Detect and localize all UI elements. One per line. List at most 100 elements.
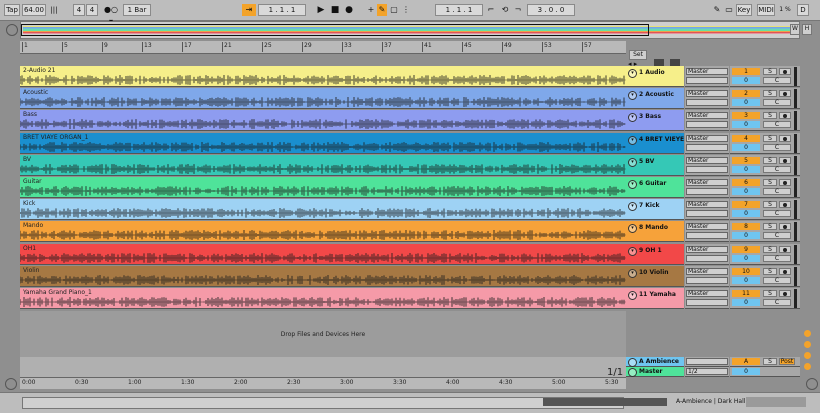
arm-record-icon[interactable] — [779, 156, 791, 164]
lock-icon[interactable] — [670, 59, 680, 66]
overview-toggle-icon[interactable] — [6, 24, 18, 36]
solo-button[interactable]: S — [763, 90, 777, 98]
pan-control[interactable]: C — [763, 299, 791, 306]
record-icon[interactable]: ● — [344, 4, 354, 16]
track-header[interactable]: ▾ 5 BV — [626, 154, 684, 176]
arm-record-icon[interactable] — [779, 112, 791, 120]
midi-map-button[interactable]: MIDI — [757, 4, 775, 16]
output-select[interactable]: Master — [686, 134, 728, 142]
beat-ruler[interactable]: 1 5 9 13 17 21 25 29 33 37 41 45 49 53 57 — [20, 41, 626, 54]
fold-icon[interactable] — [628, 368, 637, 377]
overview-view-box[interactable] — [21, 24, 649, 36]
track-lane[interactable]: 2-Audio 21 — [19, 66, 626, 87]
master-track-header[interactable]: Master — [626, 367, 684, 377]
loop-start-field[interactable]: 1 . 1 . 1 — [435, 4, 483, 16]
tempo-field[interactable]: 64.00 — [22, 4, 46, 16]
output-channel-select[interactable] — [686, 210, 728, 218]
arrangement-overview[interactable] — [20, 21, 800, 39]
fold-icon[interactable]: ▾ — [628, 113, 637, 123]
track-activator[interactable]: 2 — [732, 90, 760, 98]
track-lane[interactable]: Kick — [19, 199, 626, 221]
automation-arm-icon[interactable]: ✎ — [377, 4, 387, 16]
return-output-select[interactable] — [686, 358, 728, 365]
zoom-icon[interactable] — [5, 378, 17, 390]
track-header[interactable]: ▾ 11 Yamaha — [626, 288, 684, 309]
mixer-toggle-icon[interactable] — [804, 363, 811, 370]
track-header[interactable]: ▾ 3 Bass — [626, 110, 684, 132]
track-header[interactable]: ▾ 8 Mando — [626, 221, 684, 243]
solo-button[interactable]: S — [763, 179, 777, 186]
track-volume[interactable]: 0 — [732, 210, 760, 218]
track-activator[interactable]: 8 — [732, 223, 760, 231]
output-channel-select[interactable] — [686, 143, 728, 151]
output-channel-select[interactable] — [686, 165, 728, 173]
fold-icon[interactable]: ▾ — [628, 69, 637, 78]
fold-icon[interactable]: ▾ — [628, 268, 637, 278]
track-volume[interactable]: 0 — [732, 232, 760, 240]
track-header[interactable]: ▾ 1 Audio — [626, 66, 684, 87]
follow-icon[interactable]: ⇥ — [242, 4, 256, 16]
track-lane[interactable]: Bass — [19, 110, 626, 132]
return-track-activator[interactable]: A — [732, 358, 760, 365]
track-header[interactable]: ▾ 10 Violin — [626, 265, 684, 287]
solo-button[interactable]: S — [763, 245, 777, 253]
pan-control[interactable]: C — [763, 188, 791, 195]
output-select[interactable]: Master — [686, 156, 728, 164]
solo-button[interactable]: S — [763, 112, 777, 120]
track-activator[interactable]: 1 — [732, 68, 760, 75]
arm-record-icon[interactable] — [779, 290, 791, 297]
track-activator[interactable]: 9 — [732, 245, 760, 253]
track-lane[interactable]: Violin — [19, 265, 626, 287]
output-select[interactable]: Master — [686, 223, 728, 231]
output-channel-select[interactable] — [686, 254, 728, 262]
set-locator-button[interactable]: Set — [629, 50, 647, 60]
track-header[interactable]: ▾ 2 Acoustic — [626, 88, 684, 110]
track-lane[interactable]: Acoustic — [19, 88, 626, 110]
signature-denominator[interactable]: 4 — [86, 4, 98, 16]
punch-out-icon[interactable]: ¬ — [513, 4, 523, 16]
track-volume[interactable]: 0 — [732, 254, 760, 262]
track-volume[interactable]: 0 — [732, 276, 760, 284]
draw-envelope-icon[interactable] — [654, 59, 664, 66]
track-lane[interactable]: Mando — [19, 221, 626, 243]
overdub-icon[interactable]: + — [366, 4, 376, 16]
output-select[interactable]: Master — [686, 179, 728, 186]
computer-keyboard-icon[interactable]: ▭ — [724, 4, 734, 16]
play-icon[interactable]: ▶ — [316, 4, 326, 16]
track-header[interactable]: ▾ 7 Kick — [626, 199, 684, 221]
return-track-header[interactable]: A Ambience — [626, 357, 684, 367]
solo-button[interactable]: S — [763, 223, 777, 231]
quantize-select[interactable]: 1 Bar — [123, 4, 151, 16]
track-volume[interactable]: 0 — [732, 299, 760, 306]
fold-icon[interactable]: ▾ — [628, 135, 637, 145]
output-select[interactable]: Master — [686, 245, 728, 253]
output-select[interactable]: Master — [686, 112, 728, 120]
device-chain-strip[interactable] — [746, 397, 806, 407]
track-volume[interactable]: 0 — [732, 188, 760, 195]
arm-record-icon[interactable] — [779, 90, 791, 98]
track-lane[interactable]: OH1 — [19, 243, 626, 265]
pan-control[interactable]: C — [763, 254, 791, 262]
key-map-button[interactable]: Key — [736, 4, 752, 16]
track-lane[interactable]: Guitar — [19, 177, 626, 198]
track-volume[interactable]: 0 — [732, 165, 760, 173]
track-activator[interactable]: 5 — [732, 156, 760, 164]
master-output-select[interactable]: 1/2 — [686, 368, 728, 375]
punch-in-icon[interactable]: ⌐ — [486, 4, 496, 16]
arrangement-position[interactable]: 1 . 1 . 1 — [258, 4, 306, 16]
draw-mode-icon[interactable]: ✎ — [712, 4, 722, 16]
track-activator[interactable]: 3 — [732, 112, 760, 120]
pan-control[interactable]: C — [763, 77, 791, 84]
output-select[interactable]: Master — [686, 68, 728, 75]
track-header[interactable]: ▾ 6 Guitar — [626, 177, 684, 198]
track-volume[interactable]: 0 — [732, 99, 760, 107]
time-ruler[interactable]: 0:00 0:30 1:00 1:30 2:00 2:30 3:00 3:30 4:00 4:30… — [20, 377, 626, 389]
pan-control[interactable]: C — [763, 99, 791, 107]
arm-record-icon[interactable] — [779, 223, 791, 231]
track-volume[interactable]: 0 — [732, 121, 760, 129]
track-header[interactable]: ▾ 9 OH 1 — [626, 243, 684, 265]
pan-control[interactable]: C — [763, 121, 791, 129]
solo-button[interactable]: S — [763, 156, 777, 164]
overdrive-button[interactable]: D — [797, 4, 809, 16]
output-select[interactable]: Master — [686, 267, 728, 275]
